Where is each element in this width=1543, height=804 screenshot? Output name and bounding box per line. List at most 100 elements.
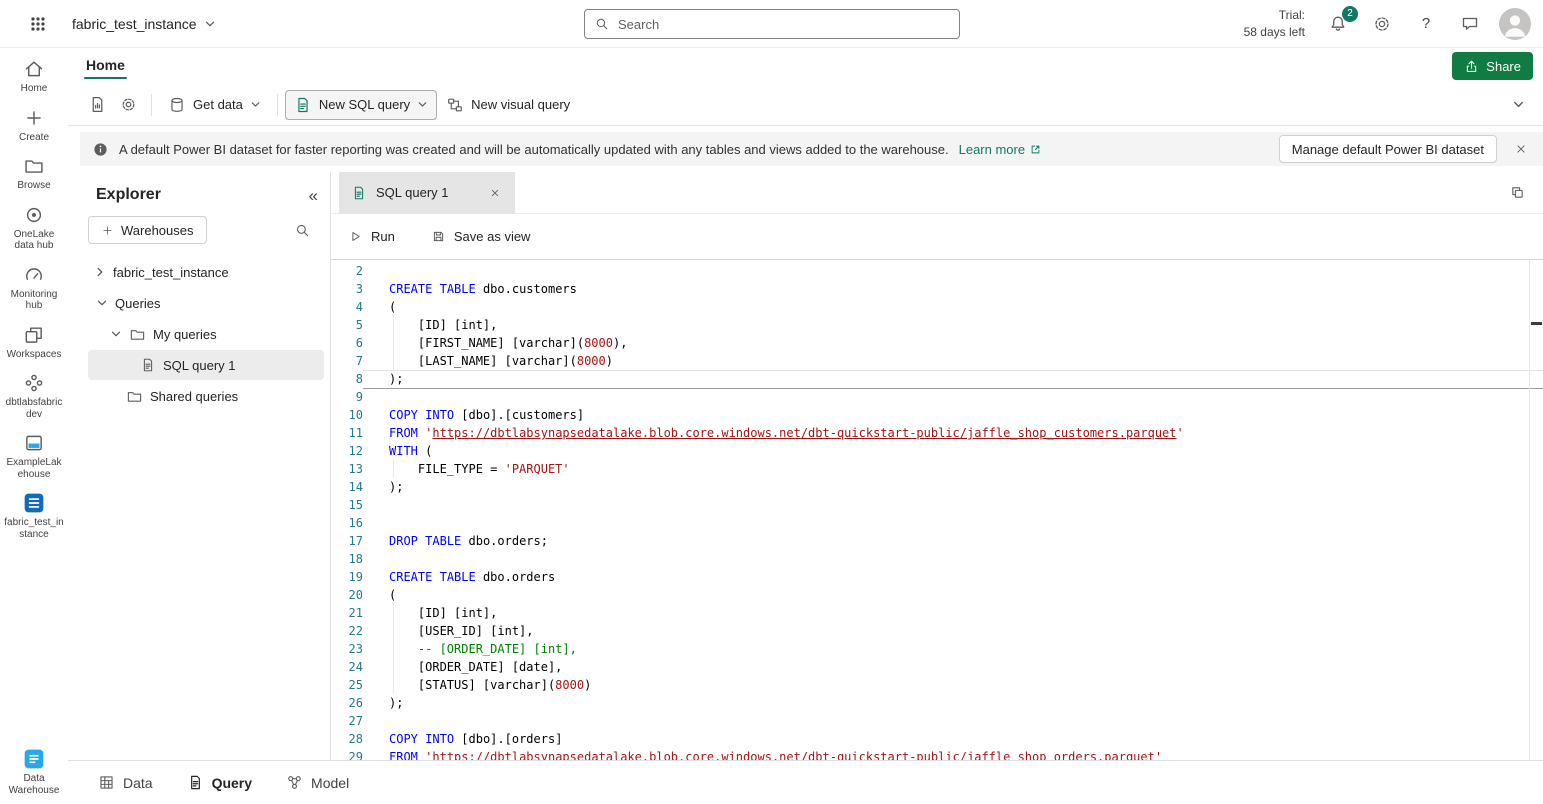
code-line[interactable]: 8); — [331, 370, 1543, 388]
scrollbar-thumb[interactable] — [1531, 322, 1542, 325]
code-line[interactable]: 2 — [331, 262, 1543, 280]
rail-item-data-warehouse[interactable]: Data Warehouse — [2, 748, 66, 796]
rail-item-onelake-data-hub[interactable]: OneLake data hub — [2, 204, 66, 252]
new-report-button[interactable] — [82, 90, 113, 120]
tree-item-queries[interactable]: Queries — [88, 288, 324, 318]
line-number: 18 — [331, 550, 363, 568]
workspace-switcher[interactable]: fabric_test_instance — [72, 16, 216, 32]
code-line[interactable]: 14); — [331, 478, 1543, 496]
code-line[interactable]: 13 FILE_TYPE = 'PARQUET' — [331, 460, 1543, 478]
rail-item-examplelakehouse[interactable]: ExampleLakehouse — [2, 432, 66, 480]
rail-item-workspaces[interactable]: Workspaces — [2, 324, 66, 361]
line-number: 14 — [331, 478, 363, 496]
explorer-title: Explorer — [96, 186, 309, 204]
code-text: COPY INTO [dbo].[customers] — [363, 406, 1543, 424]
code-line[interactable]: 19CREATE TABLE dbo.orders — [331, 568, 1543, 586]
share-button[interactable]: Share — [1452, 52, 1533, 80]
close-tab-button[interactable] — [485, 183, 505, 203]
code-line[interactable]: 26); — [331, 694, 1543, 712]
database-icon — [168, 96, 186, 114]
code-line[interactable]: 15 — [331, 496, 1543, 514]
code-line[interactable]: 25 [STATUS] [varchar](8000) — [331, 676, 1543, 694]
rail-item-create[interactable]: Create — [2, 107, 66, 144]
new-visual-query-button[interactable]: New visual query — [437, 90, 579, 120]
save-as-view-button[interactable]: Save as view — [431, 229, 531, 244]
tree-item-fabric-test-instance[interactable]: fabric_test_instance — [88, 257, 324, 287]
search-input[interactable]: Search — [584, 9, 960, 39]
code-line[interactable]: 24 [ORDER_DATE] [date], — [331, 658, 1543, 676]
toolbar-divider — [151, 94, 152, 116]
rail-item-fabric-test-instance[interactable]: fabric_test_instance — [2, 492, 66, 540]
user-avatar[interactable] — [1499, 8, 1531, 40]
line-number: 7 — [331, 352, 363, 370]
code-line[interactable]: 28COPY INTO [dbo].[orders] — [331, 730, 1543, 748]
editor-scrollbar[interactable] — [1529, 260, 1543, 760]
code-line[interactable]: 22 [USER_ID] [int], — [331, 622, 1543, 640]
code-text: ( — [363, 586, 1543, 604]
copy-button[interactable] — [1503, 179, 1531, 207]
rail-item-dbtlabsfabricdev[interactable]: dbtlabsfabricdev — [2, 372, 66, 420]
code-line[interactable]: 6 [FIRST_NAME] [varchar](8000), — [331, 334, 1543, 352]
sql-file-icon — [294, 96, 312, 114]
line-number: 27 — [331, 712, 363, 730]
code-text: [ID] [int], — [363, 604, 1543, 622]
line-number: 25 — [331, 676, 363, 694]
new-sql-query-button[interactable]: New SQL query — [285, 90, 437, 120]
add-warehouses-button[interactable]: Warehouses — [88, 216, 207, 244]
code-line[interactable]: 5 [ID] [int], — [331, 316, 1543, 334]
settings-button[interactable] — [1367, 9, 1397, 39]
trial-status: Trial: 58 days left — [1244, 7, 1305, 39]
tab-model[interactable]: Model — [286, 774, 349, 791]
line-number: 2 — [331, 262, 363, 280]
code-text — [363, 262, 1543, 280]
manage-default-dataset-button[interactable]: Manage default Power BI dataset — [1279, 135, 1497, 163]
collapse-panel-icon[interactable]: « — [309, 187, 318, 204]
banner-close-button[interactable] — [1507, 135, 1535, 163]
tree-item-shared-queries[interactable]: Shared queries — [88, 381, 324, 411]
banner-wrap: A default Power BI dataset for faster re… — [68, 126, 1543, 172]
get-data-button[interactable]: Get data — [159, 90, 270, 120]
tab-home[interactable]: Home — [82, 51, 129, 81]
explorer-search-button[interactable] — [288, 216, 316, 244]
tab-sql-query-1[interactable]: SQL query 1 — [339, 172, 515, 214]
sql-file-icon — [351, 185, 367, 201]
line-number: 22 — [331, 622, 363, 640]
code-line[interactable]: 21 [ID] [int], — [331, 604, 1543, 622]
code-line[interactable]: 16 — [331, 514, 1543, 532]
code-line[interactable]: 20( — [331, 586, 1543, 604]
code-line[interactable]: 12WITH ( — [331, 442, 1543, 460]
app-launcher-button[interactable] — [24, 10, 52, 38]
code-line[interactable]: 29FROM 'https://dbtlabsynapsedatalake.bl… — [331, 748, 1543, 760]
code-line[interactable]: 3CREATE TABLE dbo.customers — [331, 280, 1543, 298]
share-icon — [1464, 59, 1479, 74]
code-line[interactable]: 23 -- [ORDER_DATE] [int], — [331, 640, 1543, 658]
notifications-button[interactable]: 2 — [1323, 9, 1353, 39]
workspaces-icon — [23, 324, 45, 346]
learn-more-link[interactable]: Learn more — [959, 142, 1042, 157]
rail-item-monitoring-hub[interactable]: Monitoring hub — [2, 264, 66, 312]
tree-item-my-queries[interactable]: My queries — [88, 319, 324, 349]
sql-code-editor[interactable]: 23CREATE TABLE dbo.customers4(5 [ID] [in… — [331, 260, 1543, 760]
code-line[interactable]: 4( — [331, 298, 1543, 316]
run-button[interactable]: Run — [348, 229, 395, 244]
feedback-button[interactable] — [1455, 9, 1485, 39]
code-line[interactable]: 7 [LAST_NAME] [varchar](8000) — [331, 352, 1543, 370]
tool-settings-button[interactable] — [113, 90, 144, 120]
rail-item-home[interactable]: Home — [2, 58, 66, 95]
code-line[interactable]: 11FROM 'https://dbtlabsynapsedatalake.bl… — [331, 424, 1543, 442]
code-line[interactable]: 10COPY INTO [dbo].[customers] — [331, 406, 1543, 424]
tree-item-sql-query-1[interactable]: SQL query 1 — [88, 350, 324, 380]
code-text: CREATE TABLE dbo.customers — [363, 280, 1543, 298]
collapse-ribbon-button[interactable] — [1503, 90, 1533, 120]
code-line[interactable]: 18 — [331, 550, 1543, 568]
code-line[interactable]: 9 — [331, 388, 1543, 406]
tab-query[interactable]: Query — [187, 774, 252, 791]
tab-data[interactable]: Data — [98, 774, 153, 791]
line-number: 6 — [331, 334, 363, 352]
help-button[interactable]: ? — [1411, 9, 1441, 39]
rail-item-browse[interactable]: Browse — [2, 155, 66, 192]
info-banner: A default Power BI dataset for faster re… — [80, 132, 1543, 166]
code-line[interactable]: 27 — [331, 712, 1543, 730]
code-line[interactable]: 17DROP TABLE dbo.orders; — [331, 532, 1543, 550]
line-number: 11 — [331, 424, 363, 442]
